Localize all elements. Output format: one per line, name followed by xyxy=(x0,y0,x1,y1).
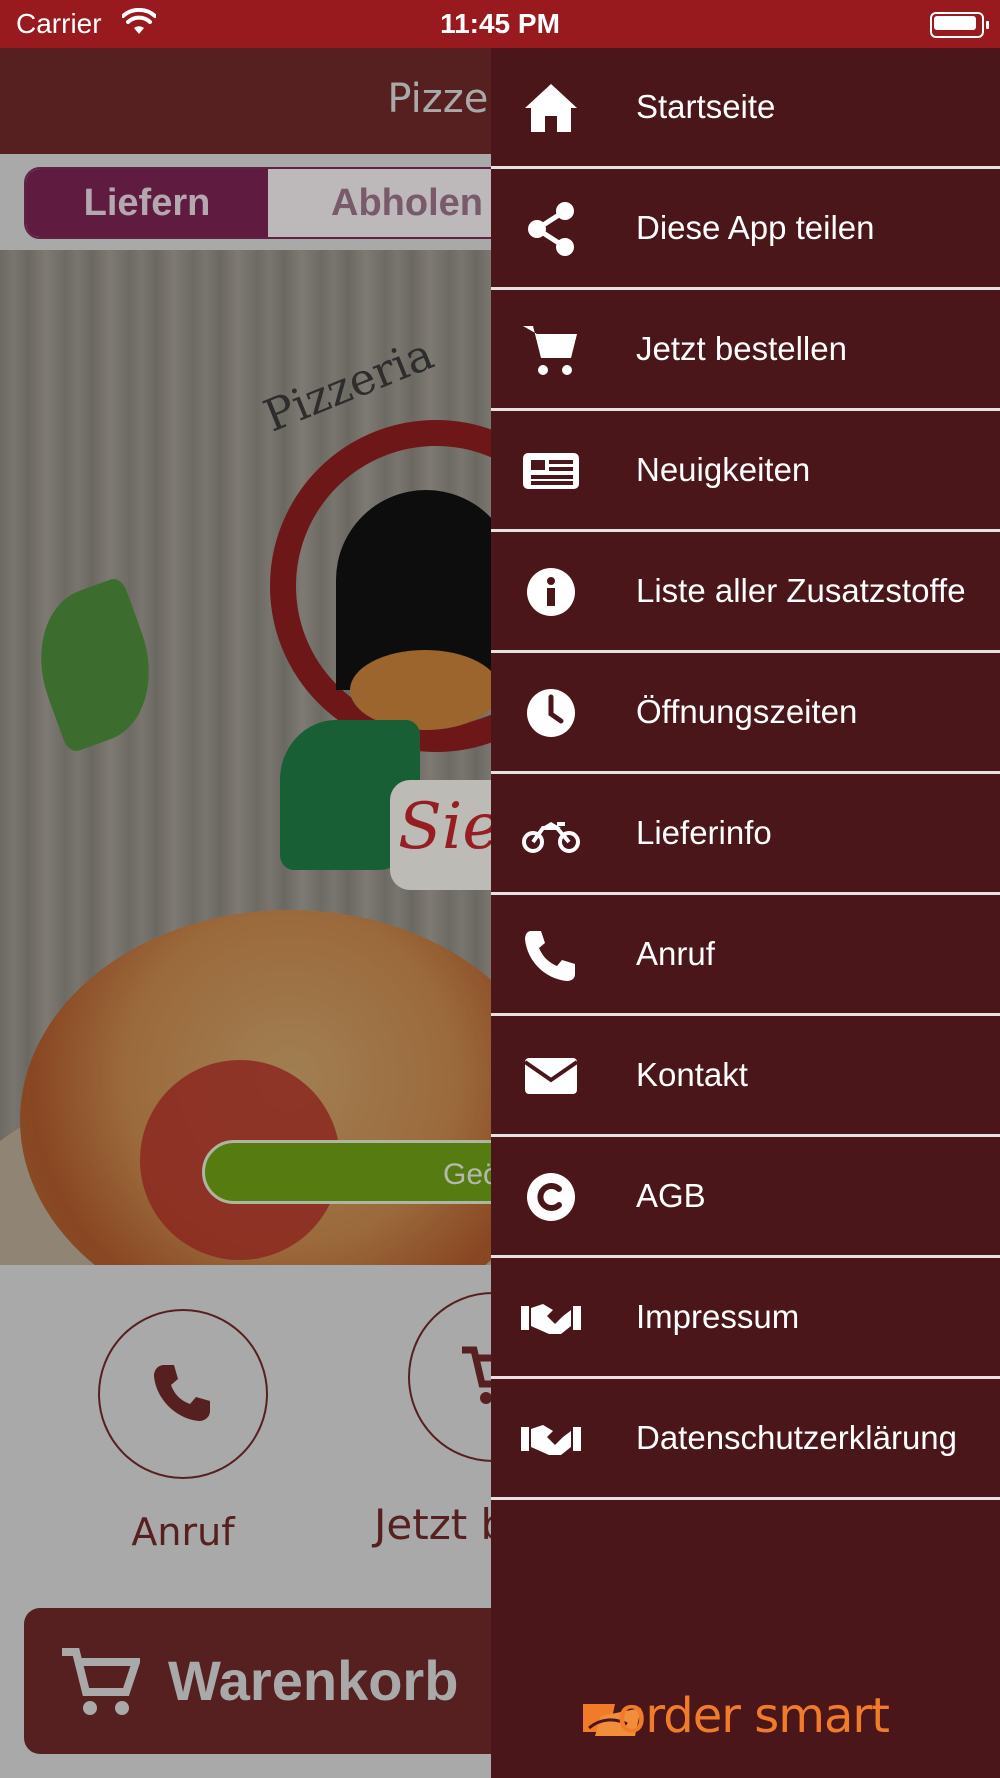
newspaper-icon xyxy=(523,453,579,489)
menu-item-label: Diese App teilen xyxy=(636,209,875,246)
cart-icon xyxy=(523,326,577,375)
menu-item-label: Öffnungszeiten xyxy=(636,693,858,730)
menu-item-anruf[interactable]: Anruf xyxy=(491,895,1000,1016)
menu-item-label: AGB xyxy=(636,1177,706,1214)
status-bar: Carrier 11:45 PM xyxy=(0,0,1000,48)
menu-item-neuigkeiten[interactable]: Neuigkeiten xyxy=(491,411,1000,532)
menu-item-app-teilen[interactable]: Diese App teilen xyxy=(491,169,1000,290)
handshake-icon xyxy=(521,1304,581,1334)
home-icon xyxy=(525,84,577,132)
clock-icon xyxy=(527,689,575,737)
menu-item-datenschutz[interactable]: Datenschutzerklärung xyxy=(491,1379,1000,1500)
menu-item-kontakt[interactable]: Kontakt xyxy=(491,1016,1000,1137)
menu-item-label: Neuigkeiten xyxy=(636,451,811,488)
info-icon xyxy=(527,568,575,616)
menu-item-label: Anruf xyxy=(636,935,715,972)
menu-item-lieferinfo[interactable]: Lieferinfo xyxy=(491,774,1000,895)
copyright-icon xyxy=(527,1173,575,1221)
menu-item-impressum[interactable]: Impressum xyxy=(491,1258,1000,1379)
menu-item-label: Liste aller Zusatzstoffe xyxy=(636,572,966,609)
menu-item-label: Datenschutzerklärung xyxy=(636,1419,958,1456)
phone-icon xyxy=(525,931,575,981)
motorcycle-icon xyxy=(522,822,580,853)
menu-item-label: Startseite xyxy=(636,88,776,125)
menu-item-zusatzstoffe[interactable]: Liste aller Zusatzstoffe xyxy=(491,532,1000,653)
menu-item-label: Lieferinfo xyxy=(636,814,772,851)
battery-icon xyxy=(930,12,989,38)
share-icon xyxy=(528,202,574,256)
envelope-icon xyxy=(523,1058,579,1094)
menu-item-label: Impressum xyxy=(636,1298,800,1335)
menu-item-label: Kontakt xyxy=(636,1056,748,1093)
menu-item-oeffnungszeiten[interactable]: Öffnungszeiten xyxy=(491,653,1000,774)
navigation-drawer: Startseite Diese App teilen Jetzt bestel… xyxy=(491,48,1000,1778)
menu-item-bestellen[interactable]: Jetzt bestellen xyxy=(491,290,1000,411)
handshake-icon xyxy=(521,1425,581,1455)
clock-time: 11:45 PM xyxy=(440,8,560,39)
order-smart-brand: order smart xyxy=(617,1688,890,1744)
menu-item-agb[interactable]: AGB xyxy=(491,1137,1000,1258)
menu-item-startseite[interactable]: Startseite xyxy=(491,48,1000,169)
menu-item-label: Jetzt bestellen xyxy=(636,330,847,367)
